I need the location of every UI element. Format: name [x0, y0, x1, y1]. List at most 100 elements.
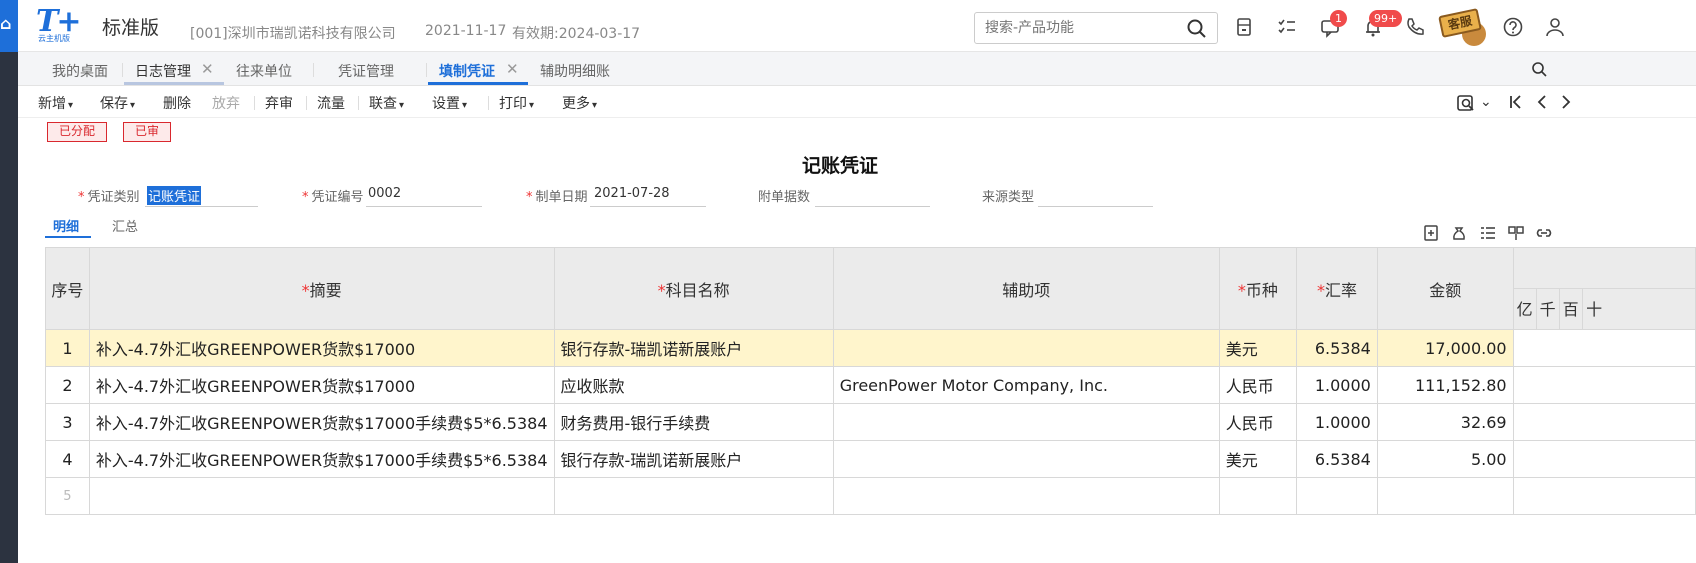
- message-badge: 1: [1330, 10, 1347, 27]
- link-icon[interactable]: [1535, 224, 1553, 242]
- chevron-down-icon: ▾: [399, 100, 405, 111]
- unaudit-button[interactable]: 弃审: [265, 93, 293, 113]
- cell-account[interactable]: 财务费用-银行手续费: [553, 403, 834, 441]
- cell-amount[interactable]: [1376, 477, 1514, 515]
- cell-rate[interactable]: [1296, 477, 1378, 515]
- cell-rate[interactable]: 6.5384: [1296, 329, 1378, 367]
- cell-summary[interactable]: 补入-4.7外汇收GREENPOWER货款$17000: [88, 329, 555, 367]
- list-icon[interactable]: [1479, 224, 1497, 242]
- cell-summary[interactable]: 补入-4.7外汇收GREENPOWER货款$17000手续费$5*6.5384: [88, 440, 555, 478]
- cell-aux[interactable]: [832, 477, 1220, 515]
- cell-digits[interactable]: [1512, 440, 1696, 478]
- print-button[interactable]: 打印 ▾: [499, 93, 534, 113]
- cell-account[interactable]: [553, 477, 834, 515]
- cell-currency[interactable]: 美元: [1218, 440, 1298, 478]
- money-bag-icon[interactable]: [1450, 224, 1468, 242]
- tab-contacts[interactable]: 往来单位: [236, 61, 292, 81]
- voucher-entry-table: 序号 *摘要 *科目名称 辅助项 *币种 *汇率 金额 亿 千 百 十 1 补入…: [45, 247, 1696, 515]
- delete-button[interactable]: 删除: [163, 93, 191, 113]
- subtab-detail[interactable]: 明细: [53, 216, 79, 235]
- columns-icon[interactable]: [1507, 224, 1525, 242]
- cell-account[interactable]: 银行存款-瑞凯诺新展账户: [553, 440, 834, 478]
- cell-digits[interactable]: [1512, 329, 1696, 367]
- search-input[interactable]: [974, 12, 1218, 44]
- first-record-icon[interactable]: [1508, 94, 1524, 110]
- table-row[interactable]: 3 补入-4.7外汇收GREENPOWER货款$17000手续费$5*6.538…: [45, 403, 1696, 441]
- toolbar-divider: [488, 96, 489, 110]
- cell-rate[interactable]: 6.5384: [1296, 440, 1378, 478]
- cell-aux[interactable]: GreenPower Motor Company, Inc.: [832, 366, 1220, 404]
- voucher-type-label-text: 凭证类别: [87, 190, 140, 205]
- subtab-summary[interactable]: 汇总: [112, 216, 138, 235]
- preview-search-icon[interactable]: [1456, 93, 1476, 113]
- cell-digits[interactable]: [1512, 403, 1696, 441]
- cell-rate[interactable]: 1.0000: [1296, 366, 1378, 404]
- tab-log-management[interactable]: 日志管理: [135, 61, 191, 81]
- cell-amount[interactable]: 5.00: [1376, 440, 1514, 478]
- cell-account[interactable]: 应收账款: [553, 366, 834, 404]
- voucher-date-field[interactable]: 2021-07-28: [594, 186, 670, 201]
- tab-voucher-management[interactable]: 凭证管理: [338, 61, 394, 81]
- settings-button[interactable]: 设置 ▾: [432, 93, 467, 113]
- source-type-field[interactable]: [1038, 206, 1153, 207]
- close-icon[interactable]: ✕: [506, 60, 519, 78]
- cell-seq: 4: [45, 440, 90, 478]
- tab-my-desktop[interactable]: 我的桌面: [52, 61, 108, 81]
- cell-digits[interactable]: [1512, 477, 1696, 515]
- field-underline: [366, 206, 482, 207]
- cell-amount[interactable]: 32.69: [1376, 403, 1514, 441]
- save-button[interactable]: 保存 ▾: [100, 93, 135, 113]
- previous-record-icon[interactable]: [1534, 94, 1550, 110]
- help-icon[interactable]: [1502, 16, 1524, 38]
- insert-row-icon[interactable]: [1422, 224, 1440, 242]
- next-record-icon[interactable]: [1558, 94, 1574, 110]
- more-button[interactable]: 更多 ▾: [562, 93, 597, 113]
- cell-seq: 3: [45, 403, 90, 441]
- new-button[interactable]: 新增 ▾: [38, 93, 73, 113]
- chevron-down-icon: ▾: [592, 100, 598, 111]
- calculator-icon[interactable]: [1233, 16, 1255, 38]
- voucher-no-field[interactable]: 0002: [368, 186, 401, 201]
- cell-amount[interactable]: 17,000.00: [1376, 329, 1514, 367]
- login-date: 2021-11-17: [425, 23, 507, 39]
- left-nav-active[interactable]: ⌂: [0, 0, 18, 52]
- tab-aux-ledger[interactable]: 辅助明细账: [540, 61, 610, 81]
- cell-currency[interactable]: [1218, 477, 1298, 515]
- cell-aux[interactable]: [832, 440, 1220, 478]
- cell-digits[interactable]: [1512, 366, 1696, 404]
- close-icon[interactable]: ✕: [201, 60, 214, 78]
- tab-fill-voucher[interactable]: 填制凭证: [439, 61, 495, 81]
- table-row[interactable]: 2 补入-4.7外汇收GREENPOWER货款$17000 应收账款 Green…: [45, 366, 1696, 404]
- cell-aux[interactable]: [832, 329, 1220, 367]
- cell-currency[interactable]: 美元: [1218, 329, 1298, 367]
- search-icon[interactable]: [1186, 18, 1208, 40]
- cell-aux[interactable]: [832, 403, 1220, 441]
- cell-rate[interactable]: 1.0000: [1296, 403, 1378, 441]
- company-name[interactable]: [001]深圳市瑞凯诺科技有限公司: [190, 23, 396, 43]
- chevron-down-icon[interactable]: ⌄: [1480, 94, 1492, 110]
- customer-service-mascot[interactable]: 客服: [1436, 4, 1492, 48]
- chevron-down-icon: ▾: [462, 100, 468, 111]
- cell-account[interactable]: 银行存款-瑞凯诺新展账户: [553, 329, 834, 367]
- user-icon[interactable]: [1544, 16, 1566, 38]
- cell-currency[interactable]: 人民币: [1218, 366, 1298, 404]
- discard-button[interactable]: 放弃: [212, 93, 240, 113]
- attachments-field[interactable]: [815, 206, 930, 207]
- voucher-type-field[interactable]: 记账凭证: [147, 186, 202, 205]
- phone-icon[interactable]: [1404, 16, 1426, 38]
- cell-summary[interactable]: [88, 477, 555, 515]
- col-header-debit-digits: 亿 千 百 十: [1512, 247, 1696, 330]
- tab-search-icon[interactable]: [1531, 61, 1547, 77]
- cell-summary[interactable]: 补入-4.7外汇收GREENPOWER货款$17000: [88, 366, 555, 404]
- table-row[interactable]: 5: [45, 477, 1696, 515]
- checklist-icon[interactable]: [1276, 16, 1298, 38]
- table-row[interactable]: 1 补入-4.7外汇收GREENPOWER货款$17000 银行存款-瑞凯诺新展…: [45, 329, 1696, 367]
- cell-currency[interactable]: 人民币: [1218, 403, 1298, 441]
- table-row[interactable]: 4 补入-4.7外汇收GREENPOWER货款$17000手续费$5*6.538…: [45, 440, 1696, 478]
- cashflow-button[interactable]: 流量: [317, 93, 345, 113]
- col-header-summary-text: 摘要: [309, 280, 342, 300]
- cell-summary[interactable]: 补入-4.7外汇收GREENPOWER货款$17000手续费$5*6.5384: [88, 403, 555, 441]
- linked-query-button[interactable]: 联查 ▾: [369, 93, 404, 113]
- required-mark: *: [78, 190, 85, 205]
- cell-amount[interactable]: 111,152.80: [1376, 366, 1514, 404]
